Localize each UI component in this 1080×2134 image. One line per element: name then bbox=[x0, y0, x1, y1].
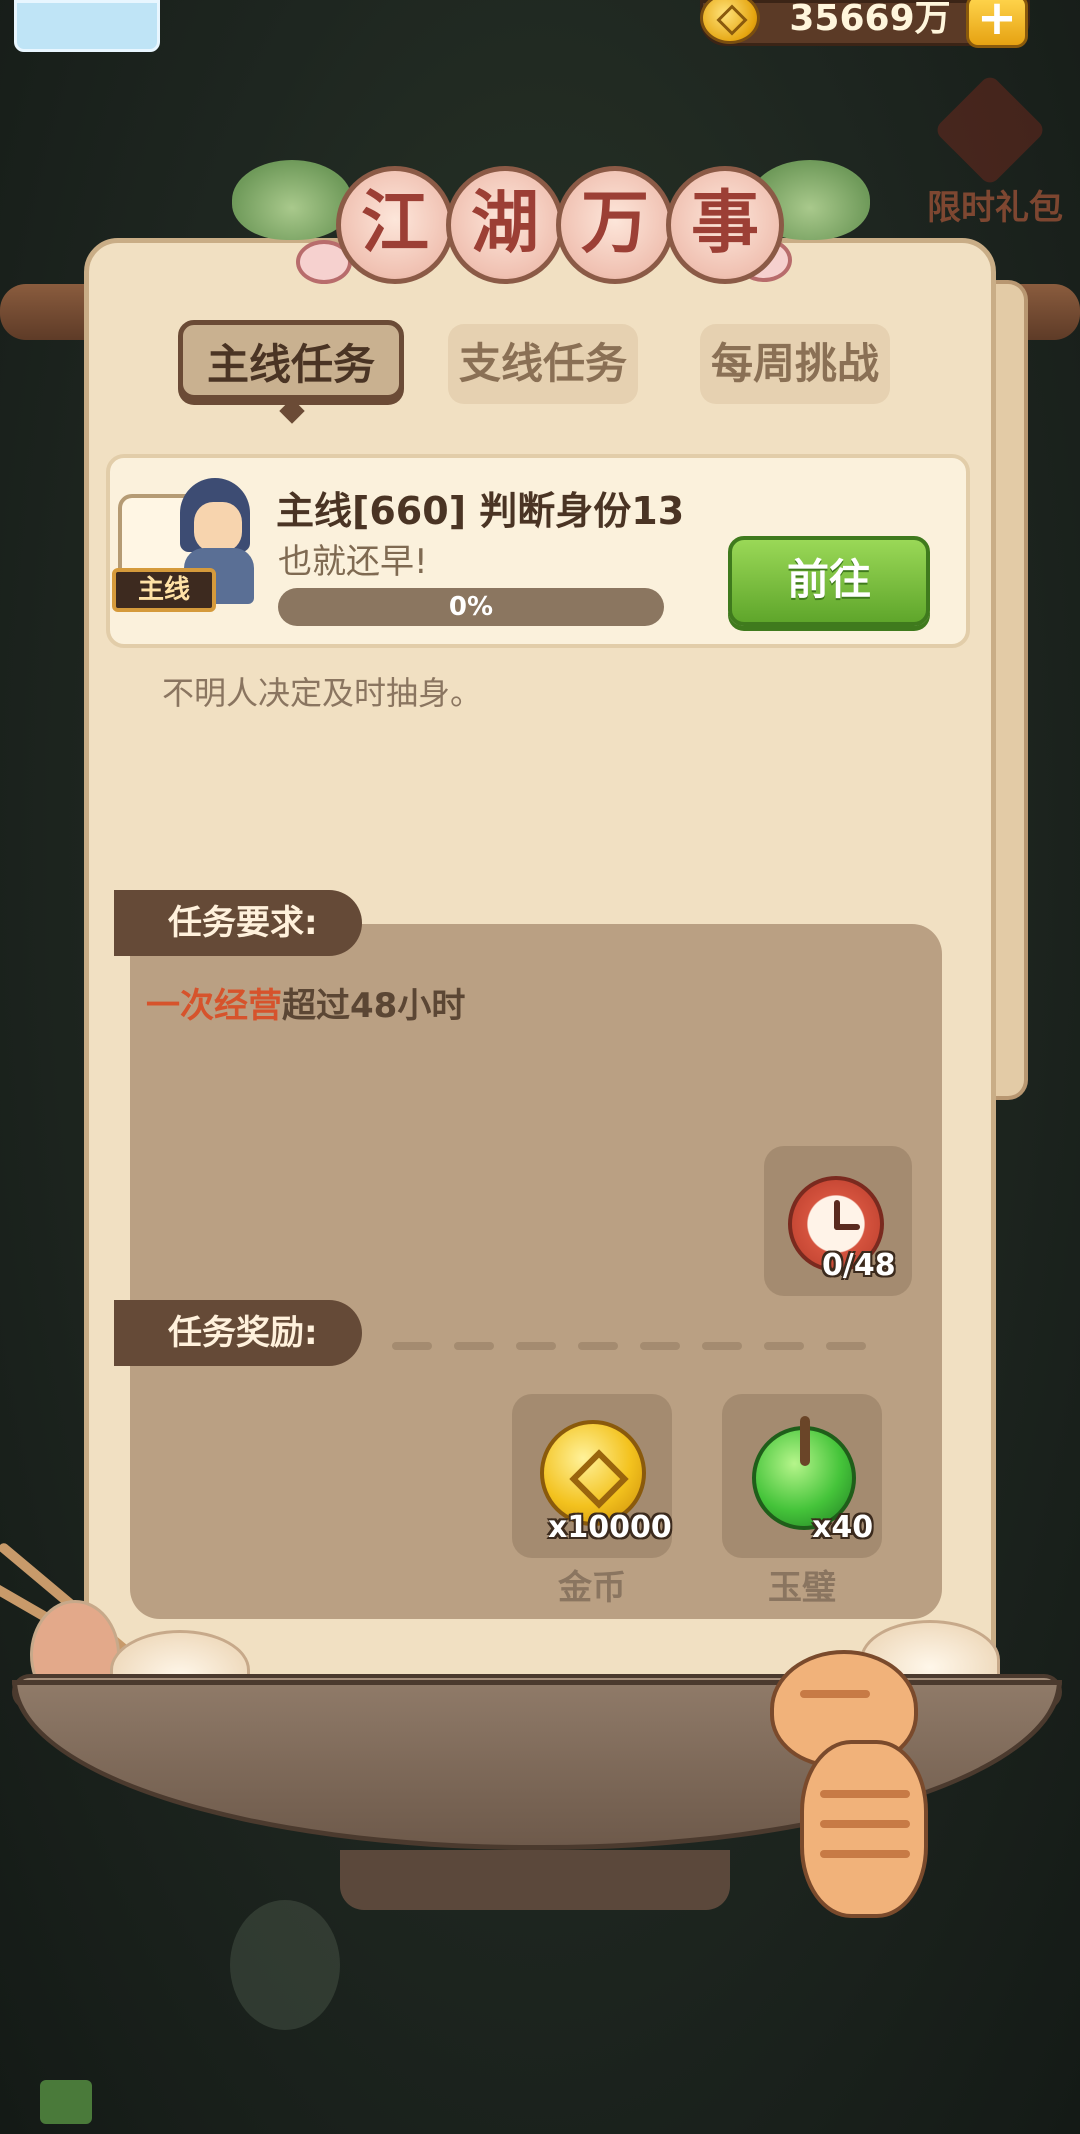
coin-amount: 35669万 bbox=[789, 0, 951, 39]
add-coins-button[interactable]: + bbox=[966, 0, 1028, 48]
task-description: 不明人决定及时抽身。 bbox=[162, 674, 483, 712]
divider-dash bbox=[392, 1342, 432, 1350]
divider-dash bbox=[826, 1342, 866, 1350]
panel-title-char: 事 bbox=[666, 166, 784, 284]
main-quest-badge: 主线 bbox=[112, 568, 216, 612]
player-avatar[interactable] bbox=[14, 0, 160, 52]
background-npc bbox=[230, 1900, 340, 2030]
panel-title-char: 江 bbox=[336, 166, 454, 284]
cat-mascot bbox=[770, 1650, 970, 1940]
task-subtitle: 也就还早! bbox=[278, 542, 428, 582]
bowl-foot bbox=[340, 1850, 730, 1910]
tab-main-quest[interactable]: 主线任务 bbox=[178, 320, 404, 400]
reward-name-coin: 金币 bbox=[558, 1568, 626, 1608]
panel-title-char: 万 bbox=[556, 166, 674, 284]
divider-dash bbox=[640, 1342, 680, 1350]
task-progress-label: 0% bbox=[448, 592, 494, 622]
reward-name-jade: 玉璧 bbox=[768, 1568, 836, 1608]
divider-dash bbox=[702, 1342, 742, 1350]
limited-gift-label: 限时礼包 bbox=[927, 188, 1063, 228]
requirement-label: 任务要求: bbox=[114, 890, 362, 956]
requirement-highlight: 一次经营 bbox=[146, 986, 282, 1026]
corner-icon[interactable] bbox=[40, 2080, 92, 2124]
divider-dash bbox=[578, 1342, 618, 1350]
divider-dash bbox=[764, 1342, 804, 1350]
requirement-detail: 超过48小时 bbox=[282, 986, 466, 1026]
tab-side-quest[interactable]: 支线任务 bbox=[448, 324, 638, 404]
tab-weekly-challenge[interactable]: 每周挑战 bbox=[700, 324, 890, 404]
reward-count-coin: x10000 bbox=[548, 1510, 672, 1545]
panel-title-char: 湖 bbox=[446, 166, 564, 284]
requirement-text: 一次经营超过48小时 bbox=[146, 978, 746, 1027]
reward-label: 任务奖励: bbox=[114, 1300, 362, 1366]
requirement-count: 0/48 bbox=[822, 1248, 896, 1283]
reward-count-jade: x40 bbox=[812, 1510, 874, 1545]
go-button[interactable]: 前往 bbox=[728, 536, 930, 626]
scroll-edge bbox=[996, 280, 1028, 1100]
leaf-decoration bbox=[232, 160, 352, 240]
divider-dash bbox=[516, 1342, 556, 1350]
task-title: 主线[660] 判断身份13 bbox=[276, 489, 685, 533]
divider-dash bbox=[454, 1342, 494, 1350]
